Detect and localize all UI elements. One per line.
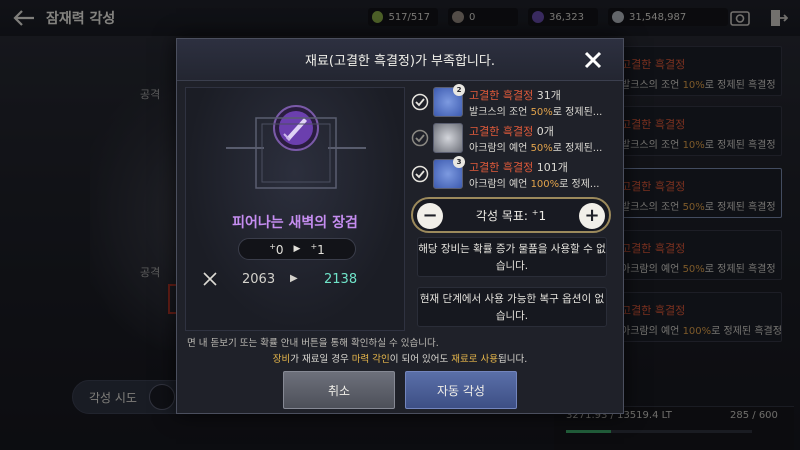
material-name: 고결한 흑결정 31개 (469, 89, 561, 102)
stat-from: 2063 (242, 271, 276, 287)
check-icon (411, 93, 429, 111)
required-material-list: 2 고결한 흑결정 31개 발크스의 조언 50%로 정제된... 고결한 흑결… (409, 84, 617, 193)
arrow-right-icon: ▶ (290, 273, 298, 284)
material-name: 고결한 흑결정 101개 (469, 161, 568, 174)
material-row[interactable]: 고결한 흑결정 0개 아크람의 예언 50%로 정제된... (409, 121, 617, 157)
material-warning: 장비가 재료일 경우 마력 각인이 되어 있어도 재료로 사용됩니다. (272, 354, 528, 365)
dialog-title: 재료(고결한 흑결정)가 부족합니다. (305, 54, 495, 69)
insufficient-material-dialog: 재료(고결한 흑결정)가 부족합니다. 피어나는 새벽의 장검 +0 ▶ +1 (176, 38, 624, 414)
check-icon (411, 165, 429, 183)
cancel-button[interactable]: 취소 (283, 371, 395, 409)
item-panel: 피어나는 새벽의 장검 +0 ▶ +1 2063 ▶ 2138 (185, 87, 405, 331)
dialog-header: 재료(고결한 흑결정)가 부족합니다. (177, 39, 623, 81)
stat-to: 2138 (324, 271, 358, 287)
material-row[interactable]: 2 고결한 흑결정 31개 발크스의 조언 50%로 정제된... (409, 84, 617, 121)
material-desc: 발크스의 조언 50%로 정제된... (469, 107, 603, 118)
info-no-recovery-option: 현재 단계에서 사용 가능한 복구 옵션이 없습니다. (417, 287, 607, 327)
grade-badge: 2 (453, 84, 465, 96)
material-desc: 아크람의 예언 100%로 정제... (469, 179, 600, 190)
level-from: +0 (269, 241, 284, 257)
attack-stat-row: 2063 ▶ 2138 (186, 268, 404, 290)
grade-badge: 3 (453, 156, 465, 168)
close-icon (584, 51, 602, 69)
material-desc: 아크람의 예언 50%로 정제된... (469, 143, 603, 154)
close-button[interactable] (581, 48, 605, 72)
decrease-target-button[interactable]: − (417, 203, 443, 229)
item-name: 피어나는 새벽의 장검 (232, 215, 358, 231)
material-row[interactable]: 3 고결한 흑결정 101개 아크람의 예언 100%로 정제... (409, 156, 617, 193)
info-no-probability-item: 해당 장비는 확률 증가 물품을 사용할 수 없습니다. (417, 237, 607, 277)
target-label: 각성 목표: +1 (475, 207, 547, 223)
crossed-swords-icon (203, 272, 217, 286)
check-icon (411, 129, 429, 147)
black-crystal-icon (433, 123, 463, 153)
increase-target-button[interactable]: + (579, 203, 605, 229)
material-name: 고결한 흑결정 0개 (469, 125, 554, 138)
arrow-right-icon: ▶ (293, 244, 301, 254)
level-to: +1 (310, 241, 325, 257)
item-frame-ornament (226, 117, 366, 189)
probability-notice: 면 내 돋보기 또는 확률 안내 버튼을 통해 확인하실 수 있습니다. (187, 338, 439, 349)
awaken-target-selector: − 각성 목표: +1 + (411, 197, 611, 233)
level-change: +0 ▶ +1 (238, 238, 356, 260)
auto-awaken-button[interactable]: 자동 각성 (405, 371, 517, 409)
